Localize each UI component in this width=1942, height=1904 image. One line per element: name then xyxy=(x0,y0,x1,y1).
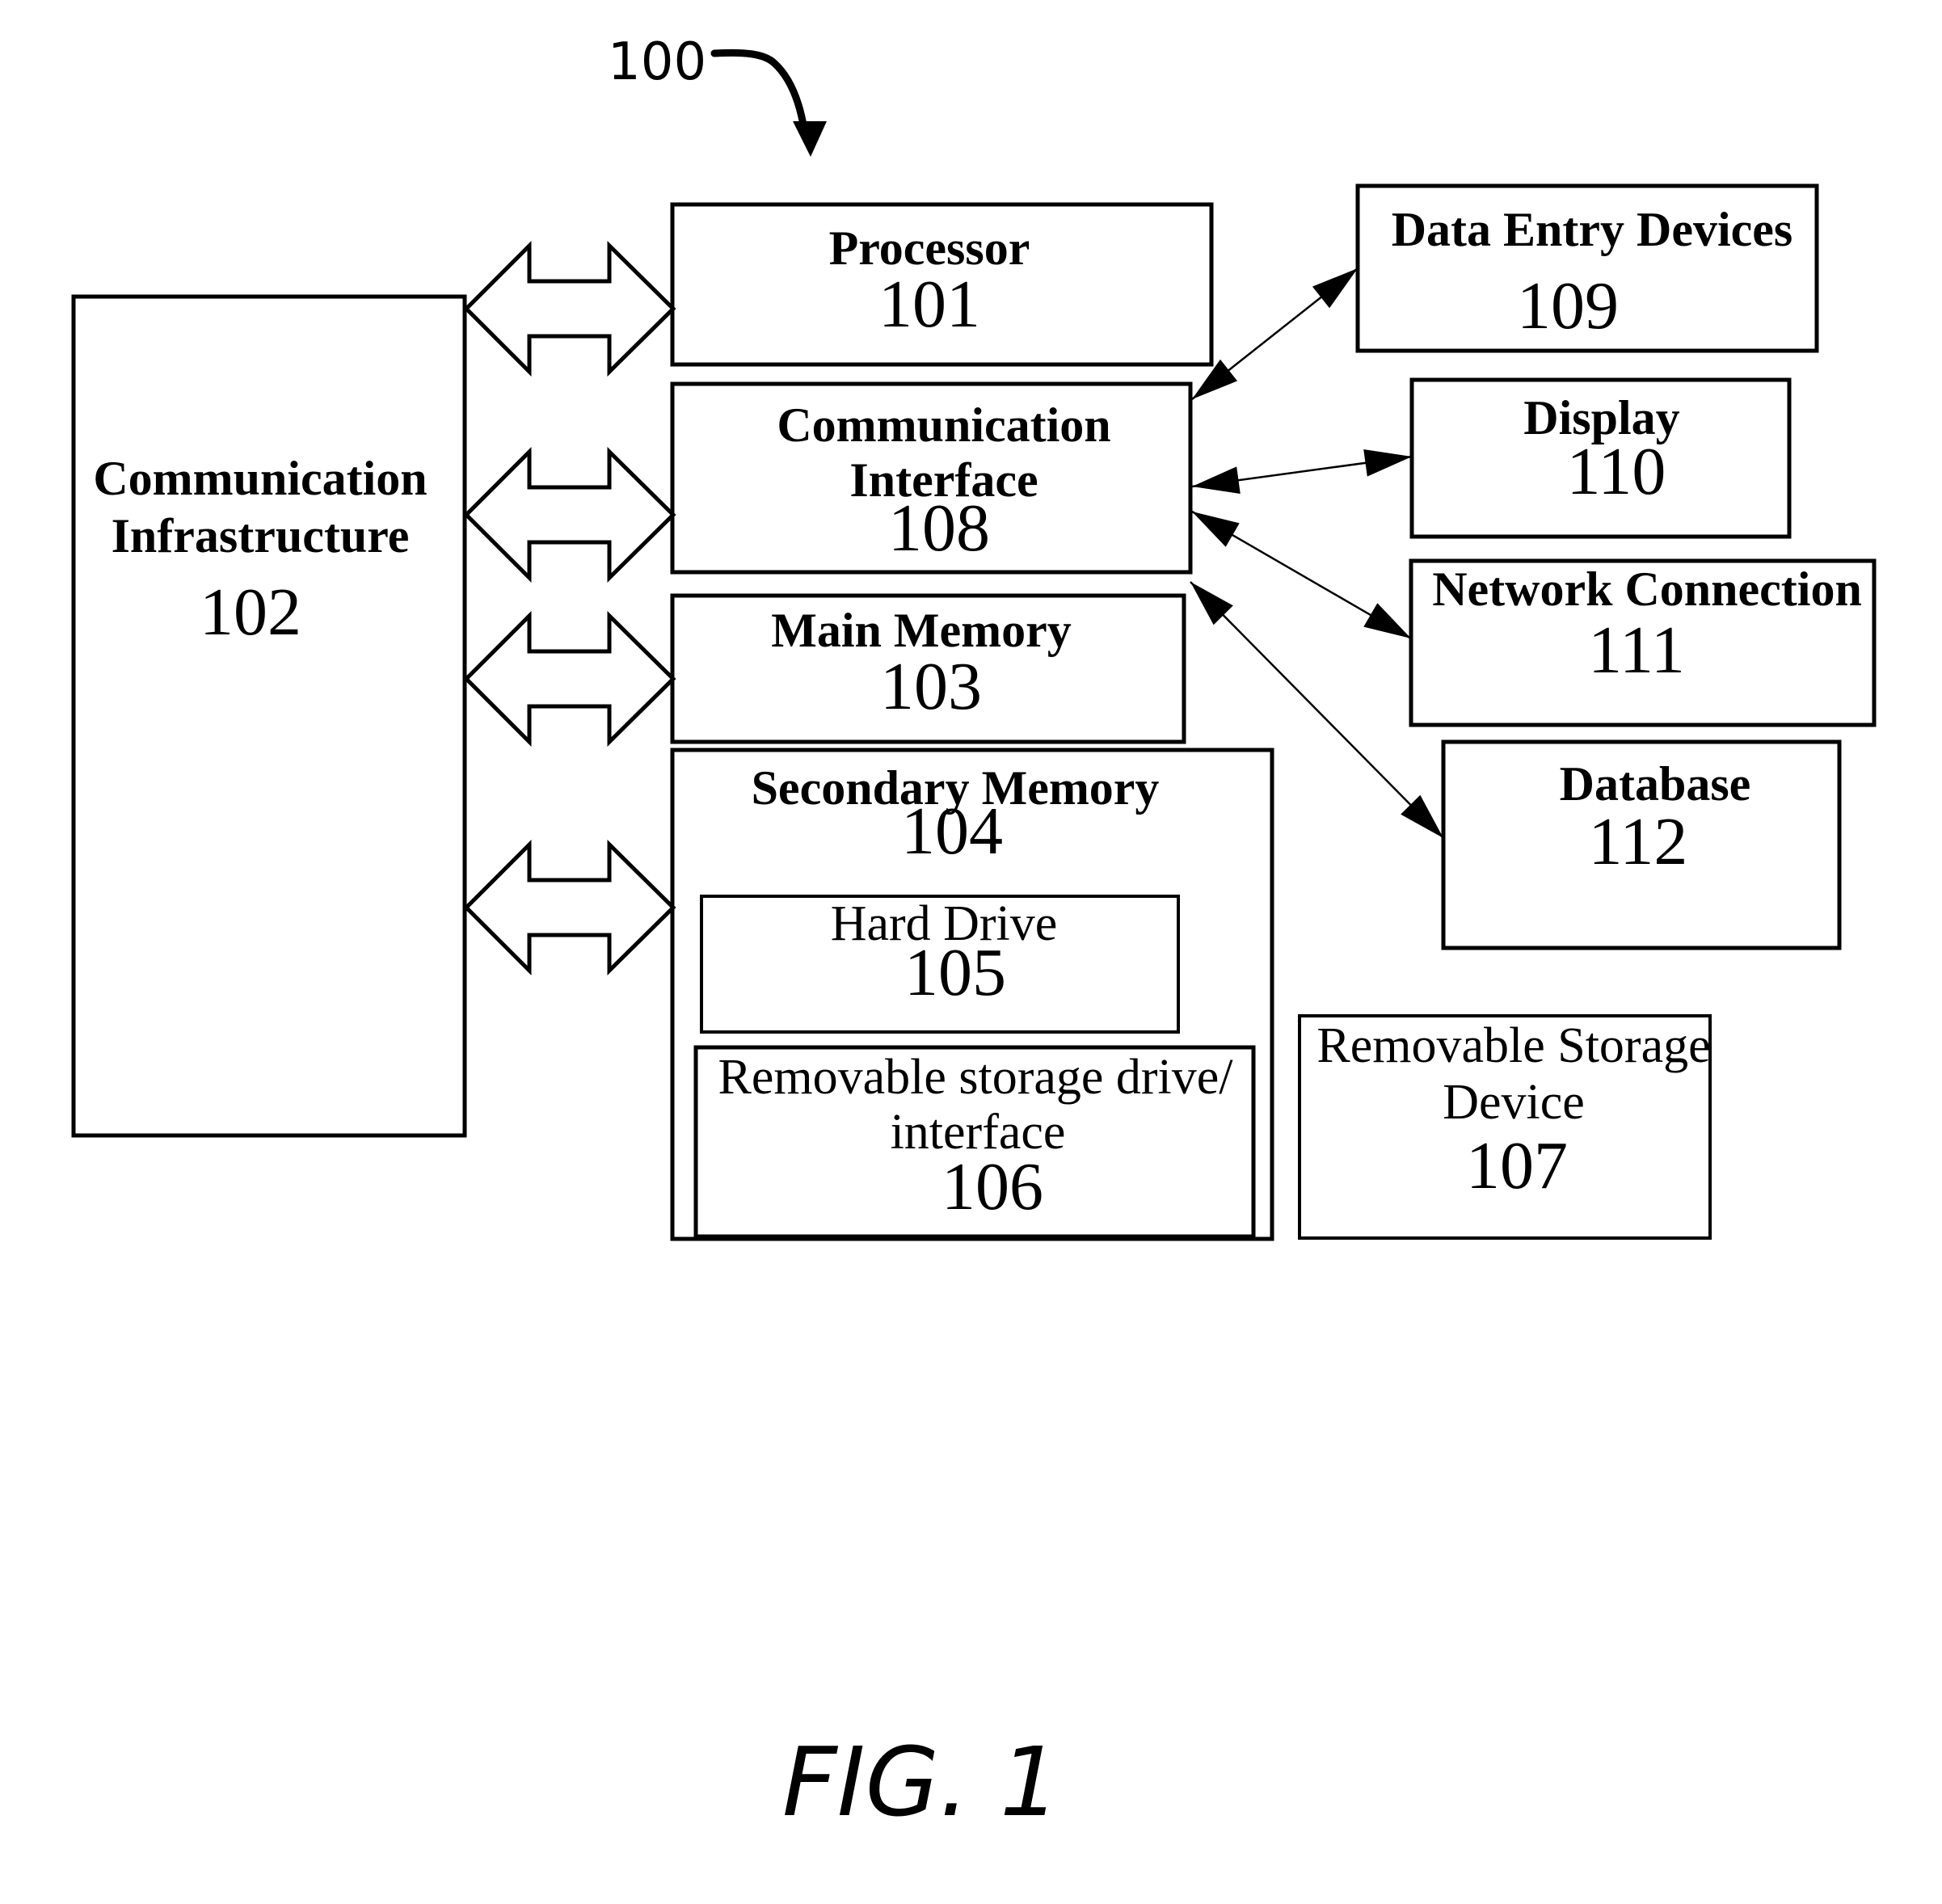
bus-arrow-3-icon xyxy=(463,610,676,748)
removable-device-title-line2: Device xyxy=(1443,1075,1585,1130)
bus-arrow-4-icon xyxy=(463,839,676,976)
bus-arrow-1-icon xyxy=(463,240,676,377)
database-title: Database xyxy=(1560,757,1751,811)
display-number: 110 xyxy=(1567,434,1666,509)
comm-infrastructure-title-line2: Infrastructure xyxy=(112,509,410,562)
connector-3-start-arrowhead-icon xyxy=(1192,512,1240,547)
bus-arrow-2-icon xyxy=(463,446,676,583)
connector-1-end-arrowhead-icon xyxy=(1312,268,1358,309)
comm-infrastructure-title-line1: Communication xyxy=(93,452,427,505)
removable-device-title-line1: Removable Storage xyxy=(1316,1018,1710,1073)
reference-label-group: 100 xyxy=(608,32,827,157)
connector-3-end-arrowhead-icon xyxy=(1363,603,1411,638)
network-title: Network Connection xyxy=(1432,562,1862,616)
reference-curved-arrow-icon xyxy=(710,48,808,133)
comm-infrastructure-box xyxy=(71,294,467,1138)
data-entry-title: Data Entry Devices xyxy=(1392,203,1793,256)
bus-arrows xyxy=(463,240,676,976)
removable-device-number: 107 xyxy=(1466,1128,1568,1203)
comm-infrastructure-number: 102 xyxy=(200,575,301,650)
connector-2-end-arrowhead-icon xyxy=(1363,449,1412,477)
comm-interface-number: 108 xyxy=(888,491,990,566)
data-entry-number: 109 xyxy=(1517,268,1619,343)
reference-number: 100 xyxy=(608,32,706,92)
comm-interface-title-line1: Communication xyxy=(777,398,1110,452)
network-number: 111 xyxy=(1588,613,1685,688)
database-number: 112 xyxy=(1589,804,1688,879)
processor-number: 101 xyxy=(878,267,980,342)
figure-caption: FIG. 1 xyxy=(782,1726,1060,1838)
system-block-diagram: 100 Communication Infrastructure 102 Pro… xyxy=(71,32,1877,1838)
connector-2-start-arrowhead-icon xyxy=(1192,466,1241,495)
secondary-memory-number: 104 xyxy=(901,794,1003,869)
removable-drive-number: 106 xyxy=(942,1149,1043,1224)
main-memory-number: 103 xyxy=(880,649,982,724)
removable-drive-title-line1: Removable storage drive/ xyxy=(718,1050,1233,1105)
reference-arrowhead-icon xyxy=(793,121,827,157)
hard-drive-number: 105 xyxy=(904,935,1006,1010)
